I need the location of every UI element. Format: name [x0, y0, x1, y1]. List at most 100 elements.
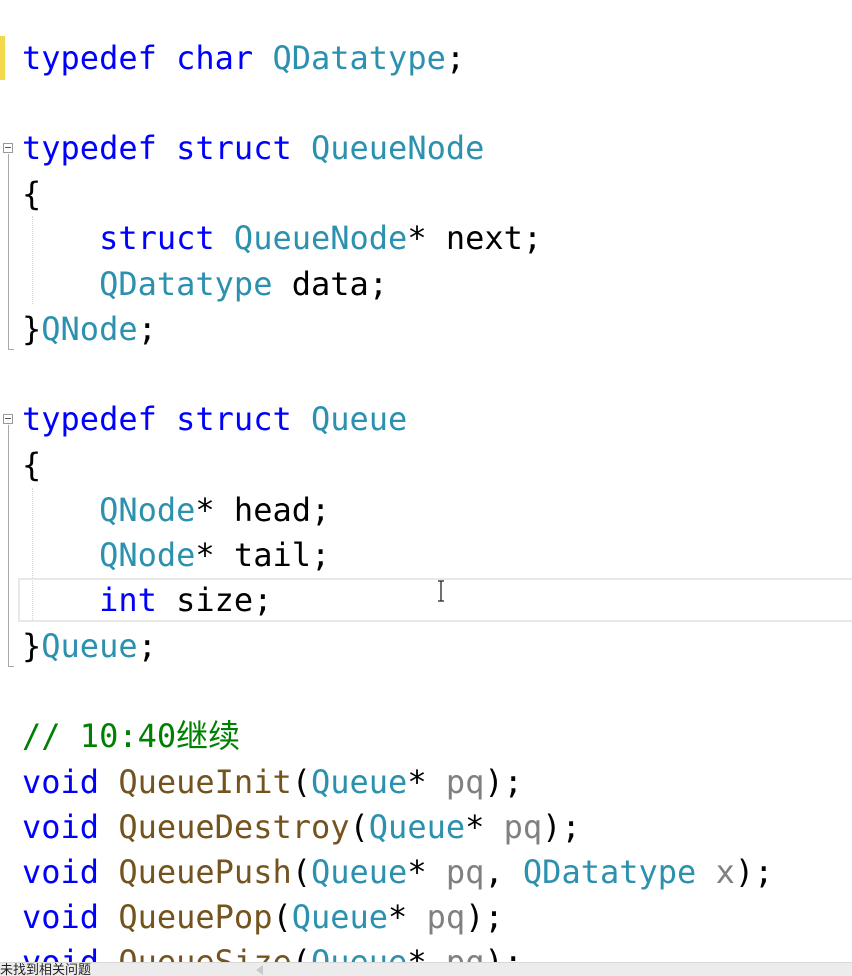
code-line[interactable]: { — [22, 172, 41, 216]
code-line[interactable]: typedef char QDatatype; — [22, 36, 465, 80]
code-line[interactable]: { — [22, 443, 41, 487]
code-token: * tail; — [195, 536, 331, 574]
code-line[interactable]: void QueuePush(Queue* pq, QDatatype x); — [22, 850, 773, 894]
code-token: struct — [99, 219, 215, 257]
code-line[interactable]: }Queue; — [22, 624, 157, 668]
code-token: ; — [445, 39, 466, 77]
code-token: Queue — [41, 627, 138, 665]
outline-end — [8, 666, 14, 667]
code-line[interactable]: void QueueSize(Queue* pq); — [22, 940, 523, 962]
code-token: struct — [176, 400, 292, 438]
collapse-queuenode-icon[interactable] — [3, 143, 13, 153]
code-token: QueueInit — [118, 763, 292, 801]
code-line[interactable]: void QueuePop(Queue* pq); — [22, 895, 504, 939]
code-token: pq — [503, 808, 543, 846]
code-token: void — [22, 853, 100, 891]
code-token: ; — [137, 627, 157, 665]
code-token: QNode — [41, 310, 138, 348]
code-token: ); — [465, 898, 504, 936]
code-token: QNode — [99, 536, 196, 574]
code-token: pq — [445, 763, 485, 801]
code-token: data; — [272, 265, 389, 303]
code-token: ( — [291, 853, 311, 891]
code-line[interactable]: }QNode; — [22, 307, 157, 351]
outline-line — [8, 425, 9, 667]
outline-line — [8, 154, 9, 350]
code-token: Queue — [291, 898, 389, 936]
code-token: ); — [542, 808, 581, 846]
code-token: * head; — [195, 491, 331, 529]
outline-end — [8, 349, 14, 350]
code-token: QueueDestroy — [118, 808, 350, 846]
code-token: pq — [426, 898, 466, 936]
code-token: ( — [291, 943, 311, 962]
code-token: ( — [291, 763, 311, 801]
code-line[interactable]: QNode* tail; — [22, 533, 330, 577]
code-token: Queue — [368, 808, 466, 846]
code-token: pq — [445, 943, 485, 962]
code-token: void — [22, 898, 100, 936]
error-list-strip: 未找到相关问题 — [0, 962, 852, 976]
code-token: struct — [176, 129, 292, 167]
code-token: ); — [734, 853, 774, 891]
code-token: , — [484, 853, 523, 891]
code-line[interactable]: // 10:40继续 — [22, 714, 240, 758]
code-token: QueueNode — [310, 129, 485, 167]
code-token: char — [176, 39, 254, 77]
code-line[interactable]: struct QueueNode* next; — [22, 216, 542, 260]
code-token: QueueSize — [118, 943, 292, 962]
code-token: QueuePop — [118, 898, 273, 936]
code-token: Queue — [310, 853, 408, 891]
code-token: QDatatype — [522, 853, 697, 891]
code-line[interactable]: QNode* head; — [22, 488, 330, 532]
code-token: void — [22, 943, 100, 962]
code-line[interactable]: QDatatype data; — [22, 262, 388, 306]
status-message: 未找到相关问题 — [0, 963, 92, 976]
code-token: ( — [349, 808, 369, 846]
code-line[interactable]: typedef struct QueueNode — [22, 126, 484, 170]
code-token: ; — [137, 310, 157, 348]
code-token: * — [407, 763, 446, 801]
code-token: QNode — [99, 491, 196, 529]
code-token: ); — [484, 763, 523, 801]
code-token: void — [22, 808, 100, 846]
code-token: QDatatype — [272, 39, 446, 77]
collapse-queue-icon[interactable] — [3, 414, 13, 424]
code-token: typedef — [22, 39, 157, 77]
code-line[interactable]: void QueueDestroy(Queue* pq); — [22, 805, 581, 849]
code-token: * next; — [407, 219, 543, 257]
code-token: x — [715, 853, 735, 891]
code-token: typedef — [22, 129, 157, 167]
code-token: ); — [484, 943, 523, 962]
code-line[interactable]: int size; — [22, 578, 272, 622]
code-token: QueuePush — [118, 853, 292, 891]
code-token: } — [22, 310, 42, 348]
code-token: } — [22, 627, 42, 665]
code-token: typedef — [22, 400, 157, 438]
code-token: * — [465, 808, 504, 846]
change-indicator-bar — [0, 36, 5, 80]
code-editor[interactable]: typedef char QDatatype; typedef struct Qu… — [0, 0, 852, 962]
scroll-left-icon[interactable] — [256, 965, 263, 975]
code-token: Queue — [310, 943, 408, 962]
code-line[interactable]: typedef struct Queue — [22, 397, 407, 441]
code-token: size; — [156, 581, 273, 619]
code-token: * — [388, 898, 427, 936]
text-cursor-icon — [438, 580, 444, 602]
code-token: QueueNode — [233, 219, 408, 257]
code-line[interactable]: void QueueInit(Queue* pq); — [22, 760, 523, 804]
